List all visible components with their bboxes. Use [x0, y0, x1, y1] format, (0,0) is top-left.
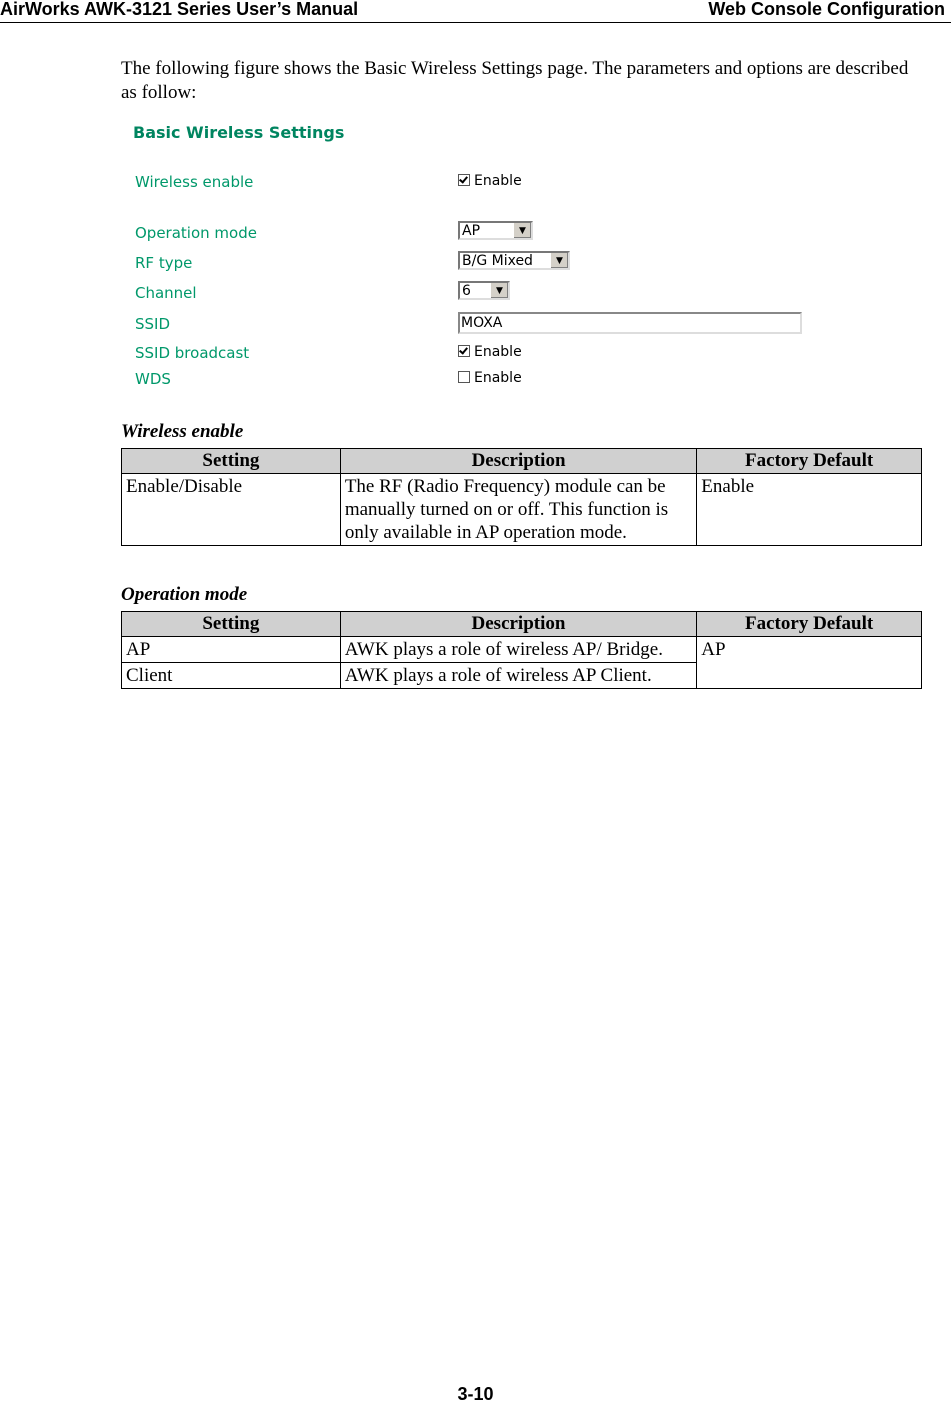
cell-default: AP — [696, 636, 922, 689]
page-number: 3-10 — [457, 1384, 494, 1404]
col-setting: Setting — [121, 448, 341, 474]
table-row: AP AWK plays a role of wireless AP/ Brid… — [121, 636, 922, 689]
cell-setting: AP — [121, 636, 341, 663]
col-description: Description — [339, 448, 698, 474]
chapter-title: Web Console Configuration — [708, 0, 945, 19]
select-value: B/G Mixed — [462, 253, 533, 269]
checkbox-label: Enable — [474, 370, 522, 386]
ssid-broadcast-label: SSID broadcast — [135, 344, 250, 362]
dropdown-arrow-icon[interactable]: ▼ — [490, 283, 508, 298]
wireless-enable-checkbox[interactable]: Enable — [458, 173, 522, 189]
wds-checkbox[interactable]: Enable — [458, 370, 522, 386]
table-header-row: Setting Description Factory Default — [121, 448, 922, 474]
figure-title: Basic Wireless Settings — [133, 123, 345, 142]
cell-description: AWK plays a role of wireless AP Client. — [339, 662, 698, 689]
operation-mode-heading: Operation mode — [121, 584, 248, 605]
select-value: 6 — [462, 283, 471, 299]
wireless-enable-heading: Wireless enable — [121, 421, 244, 442]
dropdown-arrow-icon[interactable]: ▼ — [513, 223, 531, 238]
channel-label: Channel — [135, 284, 197, 302]
cell-setting: Client — [121, 662, 341, 689]
col-setting: Setting — [121, 611, 341, 637]
ssid-broadcast-checkbox[interactable]: Enable — [458, 344, 522, 360]
checkbox-unchecked-icon[interactable] — [458, 371, 470, 383]
operation-mode-select[interactable]: AP ▼ — [458, 221, 533, 240]
rf-type-label: RF type — [135, 254, 193, 272]
select-value: AP — [462, 223, 481, 239]
rf-type-select[interactable]: B/G Mixed ▼ — [458, 251, 570, 270]
cell-setting: Enable/Disable — [121, 473, 341, 546]
col-factory-default: Factory Default — [696, 611, 922, 637]
cell-default: Enable — [696, 473, 922, 546]
table-row: Enable/Disable The RF (Radio Frequency) … — [121, 473, 922, 546]
col-factory-default: Factory Default — [696, 448, 922, 474]
ssid-label: SSID — [135, 315, 171, 333]
col-description: Description — [339, 611, 698, 637]
page-header: AirWorks AWK-3121 Series User’s Manual W… — [0, 0, 951, 23]
checkbox-label: Enable — [474, 173, 522, 189]
channel-select[interactable]: 6 ▼ — [458, 281, 510, 300]
operation-mode-table: Setting Description Factory Default AP A… — [121, 611, 922, 689]
cell-description: The RF (Radio Frequency) module can be m… — [339, 473, 698, 546]
dropdown-arrow-icon[interactable]: ▼ — [550, 253, 568, 268]
checkbox-checked-icon[interactable] — [458, 345, 470, 357]
checkbox-checked-icon[interactable] — [458, 174, 470, 186]
ssid-input[interactable]: MOXA — [458, 312, 802, 334]
manual-title: AirWorks AWK-3121 Series User’s Manual — [0, 0, 359, 19]
checkbox-label: Enable — [474, 344, 522, 360]
wireless-enable-table: Setting Description Factory Default Enab… — [121, 448, 922, 546]
basic-wireless-settings-figure: Basic Wireless Settings Wireless enable … — [121, 118, 821, 398]
intro-paragraph: The following figure shows the Basic Wir… — [121, 58, 909, 103]
operation-mode-label: Operation mode — [135, 224, 257, 242]
wds-label: WDS — [135, 370, 171, 388]
wireless-enable-label: Wireless enable — [135, 173, 254, 191]
table-header-row: Setting Description Factory Default — [121, 611, 922, 637]
ssid-value[interactable]: MOXA — [458, 312, 802, 334]
cell-description: AWK plays a role of wireless AP/ Bridge. — [339, 636, 698, 663]
